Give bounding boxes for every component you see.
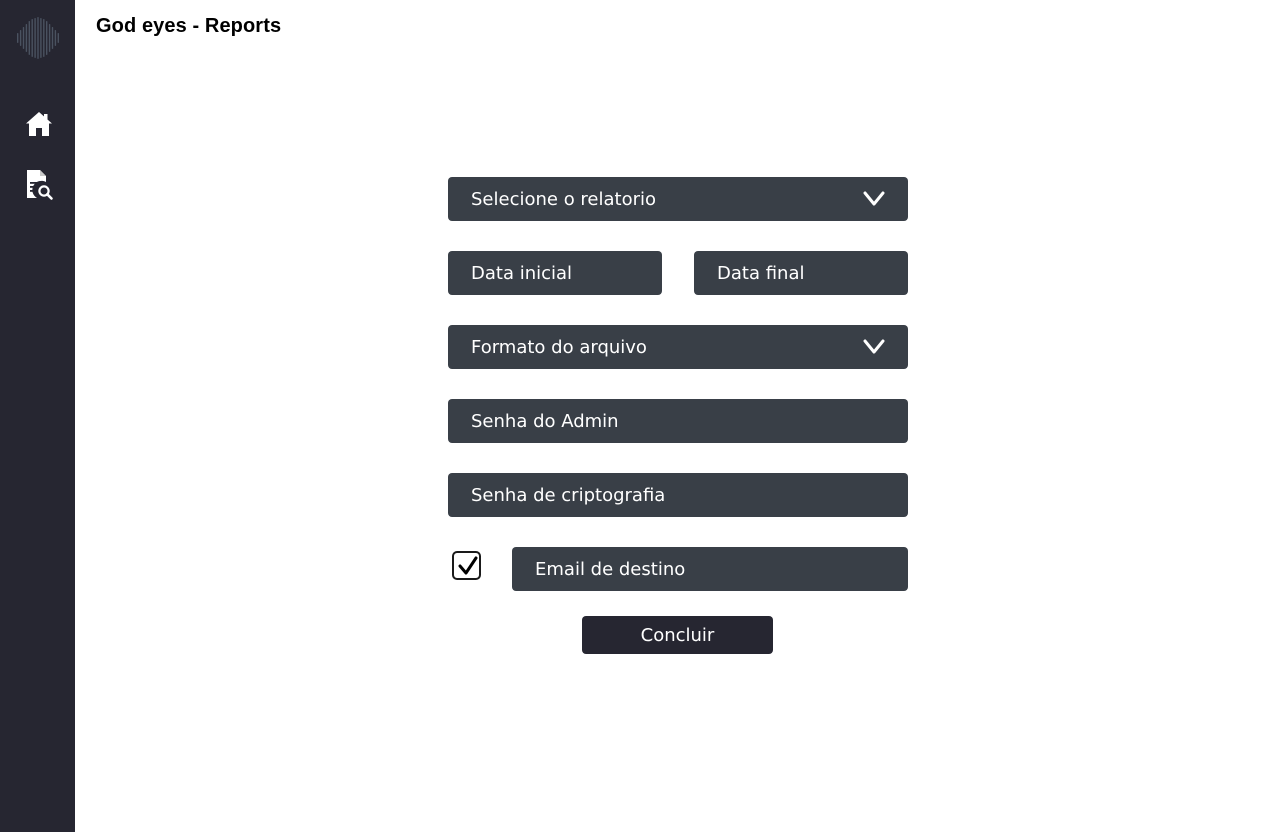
admin-password-field[interactable]: Senha do Admin: [448, 399, 908, 443]
page-title: God eyes - Reports: [96, 15, 282, 37]
crypto-password-placeholder: Senha de criptografia: [471, 484, 666, 506]
end-date-field[interactable]: Data final: [694, 251, 908, 295]
checkmark-icon: [458, 556, 478, 575]
chevron-down-icon: [862, 337, 886, 357]
start-date-placeholder: Data inicial: [471, 262, 573, 284]
sidebar-item-home[interactable]: [24, 111, 54, 141]
home-icon: [25, 110, 53, 142]
admin-password-placeholder: Senha do Admin: [471, 410, 619, 432]
email-field[interactable]: Email de destino: [512, 547, 908, 591]
end-date-placeholder: Data final: [717, 262, 805, 284]
report-search-icon: [24, 169, 54, 205]
email-checkbox[interactable]: [452, 551, 481, 580]
submit-button-label: Concluir: [640, 624, 715, 646]
sidebar: [0, 0, 75, 832]
chevron-down-icon: [862, 189, 886, 209]
crypto-password-field[interactable]: Senha de criptografia: [448, 473, 908, 517]
email-placeholder: Email de destino: [535, 558, 686, 580]
file-format-label: Formato do arquivo: [471, 336, 647, 358]
start-date-field[interactable]: Data inicial: [448, 251, 662, 295]
file-format-select[interactable]: Formato do arquivo: [448, 325, 908, 369]
soundwave-logo: [16, 17, 60, 59]
submit-button[interactable]: Concluir: [582, 616, 773, 654]
report-select-label: Selecione o relatorio: [471, 188, 657, 210]
report-select[interactable]: Selecione o relatorio: [448, 177, 908, 221]
sidebar-item-reports[interactable]: [24, 169, 54, 205]
